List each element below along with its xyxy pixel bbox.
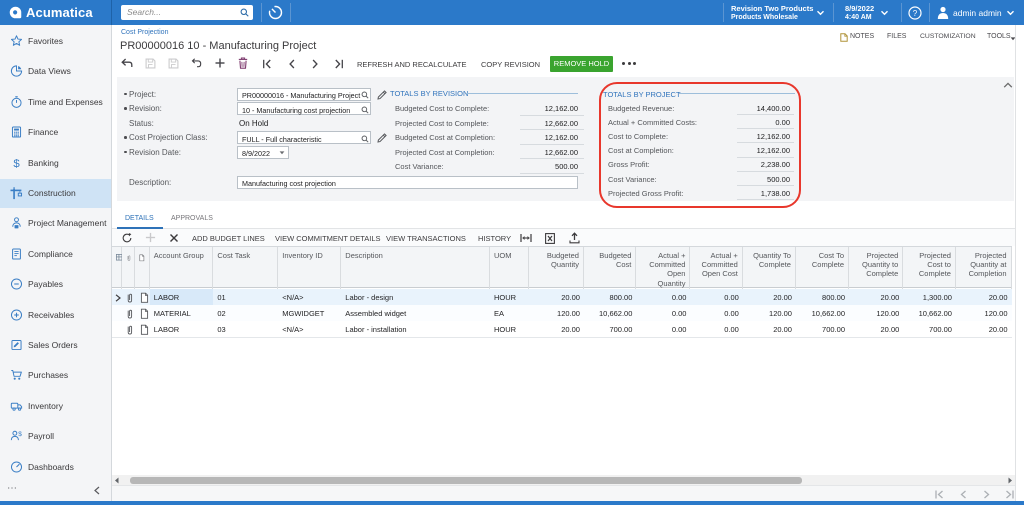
svg-text:$: $ xyxy=(13,158,20,169)
svg-text:?: ? xyxy=(913,8,918,17)
svg-text:$: $ xyxy=(18,431,22,438)
